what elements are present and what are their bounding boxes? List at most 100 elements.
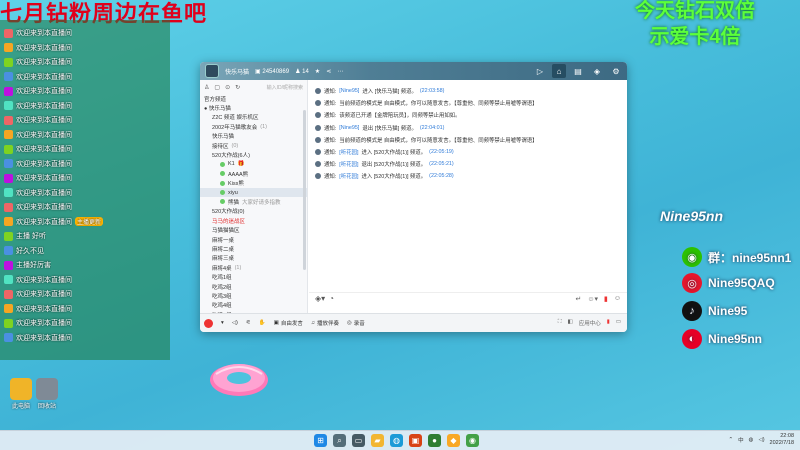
channel-label: 麻将三桌 bbox=[212, 256, 235, 263]
sidebar-channel-item[interactable]: 快乐马猫 bbox=[200, 132, 307, 141]
sidebar-channel-item[interactable]: 马马的迷战区 bbox=[200, 216, 307, 225]
sidebar-channel-item[interactable]: ● 快乐马猫 bbox=[200, 103, 307, 112]
message-name[interactable]: [Nine95] bbox=[339, 125, 359, 131]
sidebar-channel-item[interactable]: 接待区 (0) bbox=[200, 141, 307, 150]
app-yellow-icon[interactable]: ◆ bbox=[447, 434, 460, 447]
sidebar-channel-item[interactable]: 吃鸡3组 bbox=[200, 291, 307, 300]
location-icon[interactable]: ⊙ bbox=[225, 84, 230, 91]
input-language[interactable]: 中 bbox=[738, 436, 744, 444]
chat-message: 欢迎来到本直播间 bbox=[4, 113, 72, 127]
mic-small-icon[interactable]: ▮ bbox=[607, 319, 610, 327]
sidebar-channel-item[interactable]: 熊猫 大家好请多指教 bbox=[200, 197, 307, 206]
message-name[interactable]: [听花园] bbox=[339, 160, 358, 168]
video-icon[interactable]: ▷ bbox=[533, 64, 547, 78]
notice-icon bbox=[315, 173, 321, 180]
sidebar-channel-item[interactable]: 麻将二桌 bbox=[200, 244, 307, 253]
favorite-icon[interactable]: ★ bbox=[315, 68, 320, 75]
more-icon[interactable]: ⋯ bbox=[337, 68, 343, 75]
sidebar-channel-item[interactable]: 官方频道 bbox=[200, 94, 307, 103]
message-name[interactable]: [听花园] bbox=[339, 172, 358, 180]
list-icon[interactable]: ▤ bbox=[571, 64, 585, 78]
chat-avatar bbox=[4, 28, 13, 38]
gamepad-emoji-icon[interactable]: ◈▾ bbox=[315, 294, 325, 303]
sidebar-channel-item[interactable]: xiyu bbox=[200, 187, 307, 198]
more-tools-icon[interactable]: ▭ bbox=[616, 319, 621, 327]
message-name[interactable]: [听花园] bbox=[339, 148, 358, 156]
hand-icon[interactable]: ✋ bbox=[259, 320, 266, 326]
music-button[interactable]: ♫ 播放伴奏 bbox=[311, 319, 339, 327]
edge-icon[interactable]: ◍ bbox=[390, 434, 403, 447]
gamepad-icon[interactable]: ◈ bbox=[590, 64, 604, 78]
mic-toggle[interactable]: ▾ bbox=[221, 320, 224, 326]
emoji-icon[interactable]: ☺▾ bbox=[587, 295, 598, 303]
task-view-icon[interactable]: ▭ bbox=[352, 434, 365, 447]
sidebar-channel-item[interactable]: Kiss熊 bbox=[200, 179, 307, 188]
sidebar-channel-item[interactable]: Z2C 频道 娱乐机区 bbox=[200, 113, 307, 122]
file-explorer-icon[interactable]: ▰ bbox=[371, 434, 384, 447]
settings-sliders-icon[interactable]: ⚟ bbox=[246, 320, 251, 326]
sidebar-channel-item[interactable]: 2002年马猫歌友会 (1) bbox=[200, 122, 307, 131]
sidebar-channel-item[interactable]: 麻将一桌 bbox=[200, 235, 307, 244]
sidebar-channel-item[interactable]: 520大作战(0) bbox=[200, 207, 307, 216]
message-name[interactable]: [Nine95] bbox=[339, 88, 359, 94]
sidebar-channel-item[interactable]: 马猫猫猫区 bbox=[200, 225, 307, 234]
sidebar-channel-item[interactable]: 吃鸡2组 bbox=[200, 282, 307, 291]
search-icon[interactable]: ⌕ bbox=[333, 434, 346, 447]
crop-icon[interactable]: ⛶ bbox=[558, 319, 562, 327]
record-button[interactable] bbox=[204, 318, 213, 328]
sidebar-channel-item[interactable]: 吃鸡1组 bbox=[200, 272, 307, 281]
chat-icon[interactable]: ▢ bbox=[214, 84, 220, 91]
return-icon[interactable]: ↵ bbox=[575, 295, 581, 303]
channel-title: 快乐马猫 bbox=[225, 69, 250, 76]
app-red-icon[interactable]: ▣ bbox=[409, 434, 422, 447]
smile-icon[interactable]: ☺ bbox=[614, 295, 621, 303]
effect-button[interactable]: ◎ 录音 bbox=[347, 319, 365, 327]
sidebar-toolbar: ♙ ▢ ⊙ ↻ 输入ID/昵称搜索 bbox=[200, 80, 307, 94]
app-center-button[interactable]: 应用中心 bbox=[579, 319, 601, 327]
chat-avatar bbox=[4, 260, 13, 270]
network-icon[interactable]: ◍ bbox=[749, 437, 754, 443]
settings-icon[interactable]: ⚙ bbox=[609, 64, 623, 78]
online-count: ♟ 14 bbox=[295, 68, 309, 75]
social-wechat: ◉ 群：nine95nn1 bbox=[682, 247, 791, 267]
sidebar-channel-item[interactable]: AAAA熊 bbox=[200, 169, 307, 178]
clock[interactable]: 22:08 2022/7/18 bbox=[770, 433, 794, 447]
sidebar-channel-item[interactable]: 吃鸡4组 bbox=[200, 301, 307, 310]
message-input[interactable] bbox=[309, 304, 627, 313]
user-icon[interactable]: ♙ bbox=[204, 84, 209, 91]
chat-message: 欢迎来到本直播间 bbox=[4, 171, 72, 185]
bell-icon[interactable]: ◧ bbox=[568, 319, 573, 327]
desktop-icon-label: 此电脑 bbox=[11, 404, 30, 410]
history-icon[interactable]: ◔ bbox=[329, 294, 334, 303]
chat-message: 欢迎来到本直播间 bbox=[4, 157, 72, 171]
share-icon[interactable]: ⋖ bbox=[326, 68, 331, 75]
mic-mode-button[interactable]: ▣ 自由发言 bbox=[274, 319, 303, 327]
notice-icon bbox=[315, 161, 321, 168]
sidebar-search-input[interactable]: 输入ID/昵称搜索 bbox=[267, 84, 303, 91]
wechat-icon: ◉ bbox=[682, 247, 702, 267]
home-icon[interactable]: ⌂ bbox=[552, 64, 566, 78]
chat-text: 欢迎来到本直播间 bbox=[16, 189, 72, 197]
windows-start-icon[interactable]: ⊞ bbox=[314, 434, 327, 447]
sidebar-channel-item[interactable]: 麻将三桌 bbox=[200, 254, 307, 263]
sidebar-channel-item[interactable]: K1 🎁 bbox=[200, 160, 307, 169]
channel-count: (0) bbox=[231, 142, 239, 149]
message-text: 该频道已开通【金牌陪玩员】，同频等禁止用如如。 bbox=[339, 113, 461, 120]
sidebar-channel-item[interactable]: 麻将4桌 (1) bbox=[200, 263, 307, 272]
sidebar-channel-item[interactable]: 520大作战(6人) bbox=[200, 150, 307, 159]
channel-list: 官方频道 ● 快乐马猫 Z2C 频道 娱乐机区 2002年马猫歌友会 (1) 快乐马猫 接待… bbox=[200, 94, 307, 319]
desktop-icon-recycle-bin[interactable]: 回收站 bbox=[30, 378, 64, 410]
chat-message: 欢迎来到本直播间 bbox=[4, 55, 72, 69]
speaker-icon[interactable]: ◁) bbox=[232, 320, 238, 326]
sidebar-scrollbar[interactable] bbox=[303, 110, 306, 270]
volume-icon[interactable]: ◁) bbox=[758, 437, 764, 443]
message-text: 进入 [520大作战(1)] 频道。 bbox=[361, 174, 427, 181]
mic-red-icon[interactable]: ▮ bbox=[604, 295, 608, 303]
message-tag: 通知: bbox=[324, 137, 337, 144]
tray-chevron-icon[interactable]: ⌃ bbox=[729, 437, 734, 443]
app-chrome-icon[interactable]: ◉ bbox=[466, 434, 479, 447]
app-green-icon[interactable]: ● bbox=[428, 434, 441, 447]
chat-text: 欢迎来到本直播间 bbox=[16, 334, 72, 342]
message-input-toolbar: ◈▾ ◔ ↵ ☺▾ ▮ ☺ bbox=[309, 292, 627, 304]
refresh-icon[interactable]: ↻ bbox=[235, 84, 240, 91]
